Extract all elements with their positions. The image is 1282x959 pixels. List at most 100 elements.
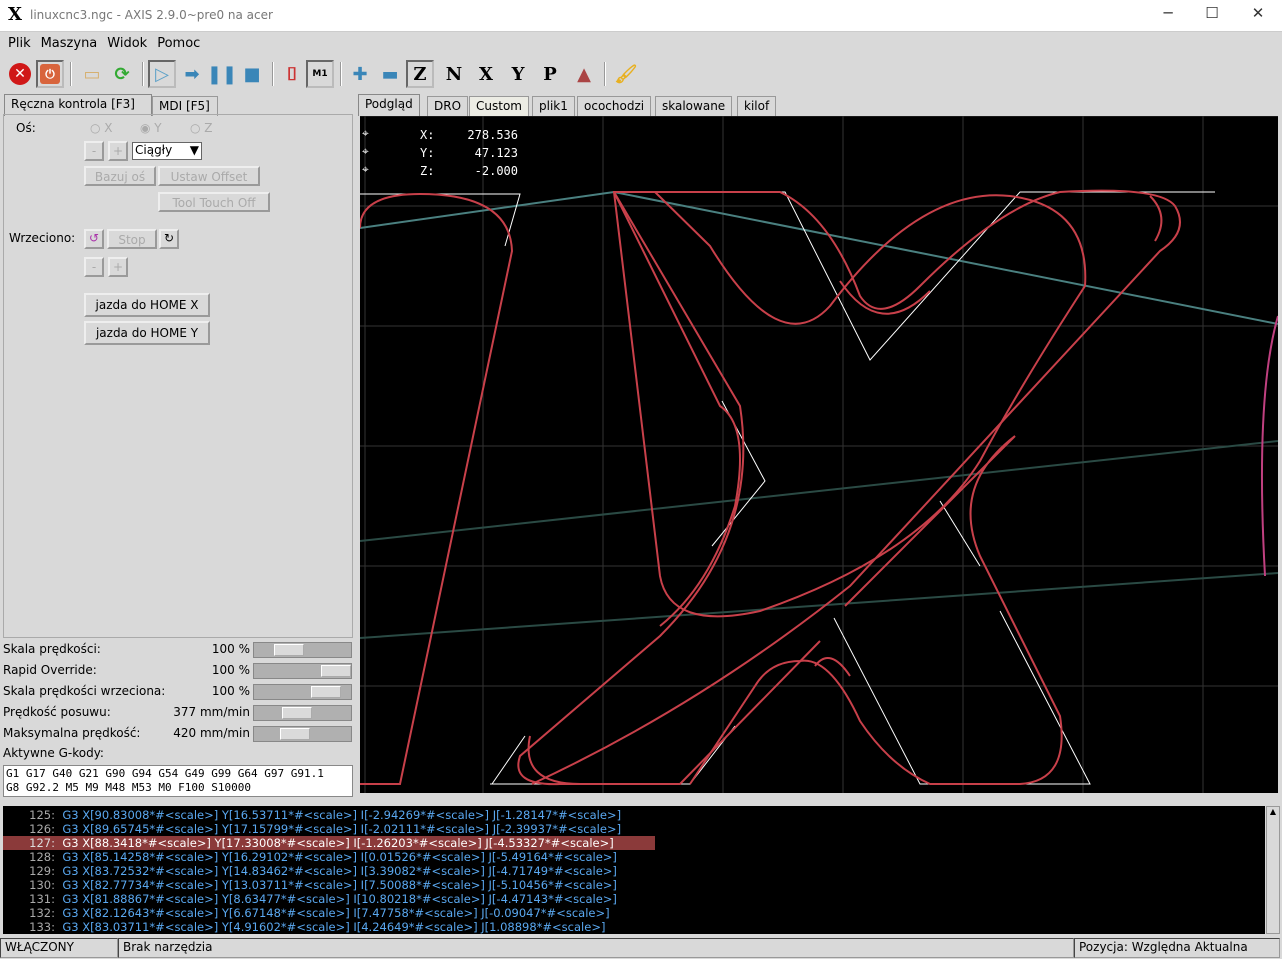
code-line[interactable]: 132: G3 X[82.12643*#<scale>] Y[6.67148*#… — [3, 906, 1265, 920]
origin-marker-icon: ⌖ — [362, 144, 369, 158]
code-line[interactable]: 131: G3 X[81.88867*#<scale>] Y[8.63477*#… — [3, 892, 1265, 906]
code-line[interactable]: 125: G3 X[90.83008*#<scale>] Y[16.53711*… — [3, 808, 1265, 822]
slider-thumb[interactable] — [280, 728, 311, 740]
axis-radio-z[interactable]: ○ Z — [190, 121, 213, 135]
scroll-up-icon[interactable]: ▲ — [1267, 807, 1279, 816]
tool-touch-off-button[interactable]: Tool Touch Off — [158, 192, 270, 212]
override-slider[interactable] — [253, 642, 352, 658]
code-line[interactable]: 133: G3 X[83.03711*#<scale>] Y[4.91602*#… — [3, 920, 1265, 934]
tab-custom[interactable]: Custom — [469, 96, 529, 116]
override-label: Skala prędkości: — [3, 642, 101, 656]
tab-mdi[interactable]: MDI [F5] — [152, 96, 218, 116]
code-scrollbar[interactable]: ▲ — [1266, 806, 1280, 934]
tab-preview[interactable]: Podgląd — [358, 94, 420, 116]
spindle-label: Wrzeciono: — [9, 231, 76, 245]
slider-thumb[interactable] — [310, 686, 341, 698]
origin-marker-icon: ⌖ — [362, 162, 369, 176]
view-x-icon[interactable]: X — [472, 60, 500, 88]
dro-axis-label: Y: — [420, 146, 435, 160]
override-slider[interactable] — [253, 705, 352, 721]
tab-plik1[interactable]: plik1 — [532, 96, 575, 116]
code-line[interactable]: 128: G3 X[85.14258*#<scale>] Y[16.29102*… — [3, 850, 1265, 864]
tab-manual[interactable]: Ręczna kontrola [F3] — [4, 94, 152, 116]
app-logo-icon: X — [8, 4, 22, 25]
zoom-out-icon[interactable]: ▬ — [376, 60, 404, 88]
close-button[interactable]: ✕ — [1238, 4, 1278, 26]
active-gcodes: G1 G17 G40 G21 G90 G94 G54 G49 G99 G64 G… — [3, 765, 353, 797]
preview-canvas[interactable]: ⌖ X: 278.536 ⌖ Y: 47.123 ⌖ Z: -2.000 — [360, 116, 1278, 793]
jog-mode-select[interactable]: Ciągły ▼ — [132, 142, 202, 160]
slider-thumb[interactable] — [274, 644, 305, 656]
pause-icon[interactable]: ❚❚ — [207, 60, 237, 88]
code-line[interactable]: 129: G3 X[83.72532*#<scale>] Y[14.83462*… — [3, 864, 1265, 878]
axis-radio-x[interactable]: ○ X — [90, 121, 113, 135]
estop-icon[interactable]: ✕ — [6, 60, 34, 88]
view-z-icon[interactable]: Z — [406, 60, 434, 88]
reload-icon[interactable]: ⟳ — [108, 60, 136, 88]
programmed-path — [360, 191, 1215, 785]
stop-icon[interactable]: ■ — [238, 60, 266, 88]
slider-thumb[interactable] — [321, 665, 351, 677]
position-status: Pozycja: Względna Aktualna — [1074, 938, 1280, 958]
optional-stop-icon[interactable]: M1 — [306, 60, 334, 88]
maximize-button[interactable]: ☐ — [1192, 4, 1232, 26]
zoom-in-icon[interactable]: ✚ — [346, 60, 374, 88]
override-value: 100 % — [211, 684, 250, 698]
menu-plik[interactable]: Plik — [8, 36, 31, 51]
jog-plus-button[interactable]: + — [108, 141, 128, 161]
menu-pomoc[interactable]: Pomoc — [157, 36, 200, 51]
tab-ocochodzi[interactable]: ocochodzi — [577, 96, 652, 116]
toolpath — [360, 189, 1278, 786]
spindle-ccw-icon[interactable]: ↺ — [84, 229, 104, 249]
step-icon[interactable]: ➡ — [178, 60, 206, 88]
home-axis-button[interactable]: Bazuj oś — [84, 166, 156, 186]
override-slider[interactable] — [253, 726, 352, 742]
code-line[interactable]: 126: G3 X[89.65745*#<scale>] Y[17.15799*… — [3, 822, 1265, 836]
gcode-listing[interactable]: 125: G3 X[90.83008*#<scale>] Y[16.53711*… — [3, 806, 1265, 934]
menu-bar: Plik Maszyna Widok Pomoc — [0, 33, 1282, 55]
slider-thumb[interactable] — [282, 707, 313, 719]
view-y-icon[interactable]: Y — [504, 60, 532, 88]
manual-control-panel: Oś: ○ X ◉ Y ○ Z - + Ciągły ▼ Bazuj oś Ust… — [3, 114, 353, 638]
optional-block-delete-icon[interactable]: ⌷ — [278, 60, 306, 88]
code-line[interactable]: 130: G3 X[82.77734*#<scale>] Y[13.03711*… — [3, 878, 1265, 892]
code-line[interactable]: 127: G3 X[88.3418*#<scale>] Y[17.33008*#… — [3, 836, 655, 850]
view-z-rotated-icon[interactable]: N — [440, 60, 468, 88]
origin-marker-icon: ⌖ — [362, 126, 369, 140]
override-value: 100 % — [211, 663, 250, 677]
dro-value: 278.536 — [467, 128, 518, 142]
machine-status: WŁĄCZONY — [0, 938, 118, 958]
tab-kilof[interactable]: kilof — [737, 96, 777, 116]
toolbar: ✕ ⏻ ▭ ⟳ ▷ ➡ ❚❚ ■ ⌷ M1 ✚ ▬ Z N X Y P ▲ 🖌 — [0, 58, 1282, 92]
run-icon[interactable]: ▷ — [148, 60, 176, 88]
home-y-button[interactable]: jazda do HOME Y — [84, 321, 210, 345]
view-p-icon[interactable]: P — [536, 60, 564, 88]
rotate-view-icon[interactable]: ▲ — [570, 60, 598, 88]
spindle-stop-button[interactable]: Stop — [107, 229, 157, 249]
override-slider[interactable] — [253, 663, 352, 679]
dro-value: -2.000 — [474, 164, 518, 178]
axis-label: Oś: — [16, 121, 36, 135]
override-slider[interactable] — [253, 684, 352, 700]
menu-maszyna[interactable]: Maszyna — [41, 36, 98, 51]
spindle-minus-button[interactable]: - — [84, 257, 104, 277]
spindle-cw-icon[interactable]: ↻ — [159, 229, 179, 249]
power-icon[interactable]: ⏻ — [36, 60, 64, 88]
tab-dro[interactable]: DRO — [427, 96, 469, 116]
open-file-icon[interactable]: ▭ — [78, 60, 106, 88]
status-bar: WŁĄCZONY Brak narzędzia Pozycja: Względn… — [0, 937, 1282, 959]
home-x-button[interactable]: jazda do HOME X — [84, 293, 210, 317]
override-label: Maksymalna prędkość: — [3, 726, 141, 740]
minimize-button[interactable]: ─ — [1148, 4, 1188, 26]
tab-skalowane[interactable]: skalowane — [655, 96, 733, 116]
gcodes-label: Aktywne G-kody: — [3, 746, 104, 760]
chevron-down-icon: ▼ — [189, 143, 199, 157]
spindle-plus-button[interactable]: + — [108, 257, 128, 277]
jog-minus-button[interactable]: - — [84, 141, 104, 161]
clear-plot-icon[interactable]: 🖌 — [612, 60, 640, 88]
axis-radio-y[interactable]: ◉ Y — [140, 121, 162, 135]
menu-widok[interactable]: Widok — [107, 36, 147, 51]
override-value: 377 mm/min — [173, 705, 250, 719]
override-value: 100 % — [211, 642, 250, 656]
touch-off-button[interactable]: Ustaw Offset — [158, 166, 260, 186]
